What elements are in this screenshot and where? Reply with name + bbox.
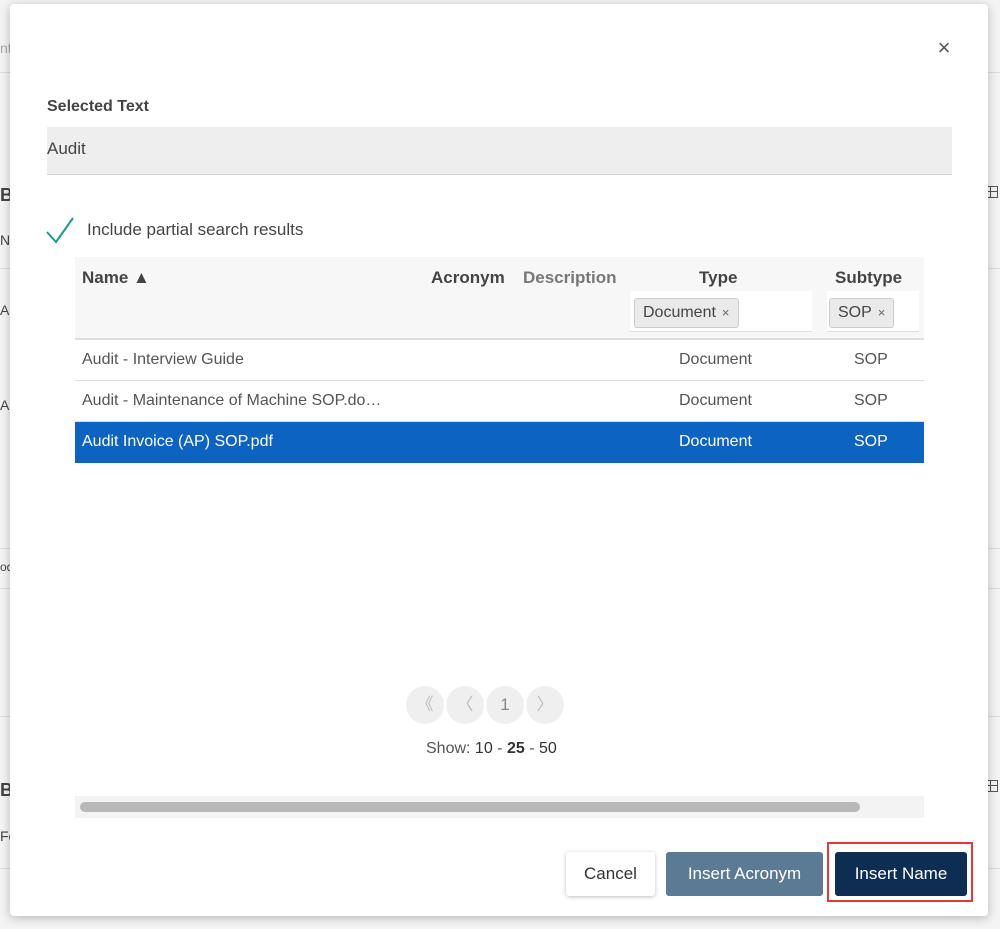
remove-chip-icon[interactable]: × [878, 305, 886, 320]
next-page-button[interactable]: 〉 [526, 686, 564, 724]
close-icon[interactable]: × [934, 37, 954, 59]
row-type: Document [679, 433, 752, 450]
horizontal-scrollbar[interactable] [75, 796, 924, 818]
row-subtype: SOP [854, 433, 888, 450]
separator: - [529, 740, 535, 757]
checkmark-icon[interactable] [45, 216, 75, 244]
selected-text-label: Selected Text [47, 98, 149, 115]
subtype-filter-chip: SOP × [829, 298, 895, 328]
show-label: Show: [426, 740, 471, 757]
type-filter-chip: Document × [634, 298, 739, 328]
page-size-10[interactable]: 10 [475, 740, 493, 757]
row-subtype: SOP [854, 392, 888, 409]
subtype-filter-chip-label: SOP [838, 304, 872, 321]
selected-text-field: Audit [47, 127, 952, 175]
page-size-50[interactable]: 50 [539, 740, 557, 757]
row-subtype: SOP [854, 351, 888, 368]
results-table: Name ▲ Acronym Description Type Subtype … [75, 257, 924, 463]
pagination: 《 〈 1 〉 [406, 686, 564, 724]
partial-search-checkbox[interactable]: Include partial search results [45, 216, 303, 244]
prev-page-button[interactable]: 〈 [446, 686, 484, 724]
scrollbar-thumb[interactable] [80, 802, 860, 812]
table-row[interactable]: Audit - Interview Guide Document SOP [75, 340, 924, 381]
insert-reference-dialog: × Selected Text Audit Include partial se… [10, 4, 988, 916]
subtype-filter[interactable]: SOP × [827, 291, 919, 332]
type-filter[interactable]: Document × [630, 291, 812, 332]
column-header-description[interactable]: Description [523, 268, 617, 288]
column-header-subtype[interactable]: Subtype [835, 268, 902, 288]
table-header: Name ▲ Acronym Description Type Subtype … [75, 257, 924, 340]
page-size-selector: Show: 10 - 25 - 50 [426, 740, 557, 758]
column-header-acronym[interactable]: Acronym [431, 268, 505, 288]
first-page-button[interactable]: 《 [406, 686, 444, 724]
selected-text-value: Audit [47, 139, 86, 158]
type-filter-chip-label: Document [643, 304, 716, 321]
row-type: Document [679, 392, 752, 409]
insert-name-button[interactable]: Insert Name [835, 852, 967, 896]
row-name: Audit Invoice (AP) SOP.pdf [82, 433, 273, 450]
row-name: Audit - Interview Guide [82, 351, 244, 368]
row-name: Audit - Maintenance of Machine SOP.do… [82, 392, 382, 409]
insert-acronym-button[interactable]: Insert Acronym [666, 852, 823, 896]
table-row[interactable]: Audit - Maintenance of Machine SOP.do… D… [75, 381, 924, 422]
separator: - [497, 740, 503, 757]
column-header-name[interactable]: Name ▲ [82, 268, 150, 288]
partial-search-label: Include partial search results [87, 220, 304, 239]
cancel-button[interactable]: Cancel [566, 852, 655, 896]
remove-chip-icon[interactable]: × [722, 305, 730, 320]
table-row-selected[interactable]: Audit Invoice (AP) SOP.pdf Document SOP [75, 422, 924, 463]
page-1-button[interactable]: 1 [486, 686, 524, 724]
row-type: Document [679, 351, 752, 368]
column-header-type[interactable]: Type [699, 268, 737, 288]
page-size-25[interactable]: 25 [507, 740, 525, 757]
